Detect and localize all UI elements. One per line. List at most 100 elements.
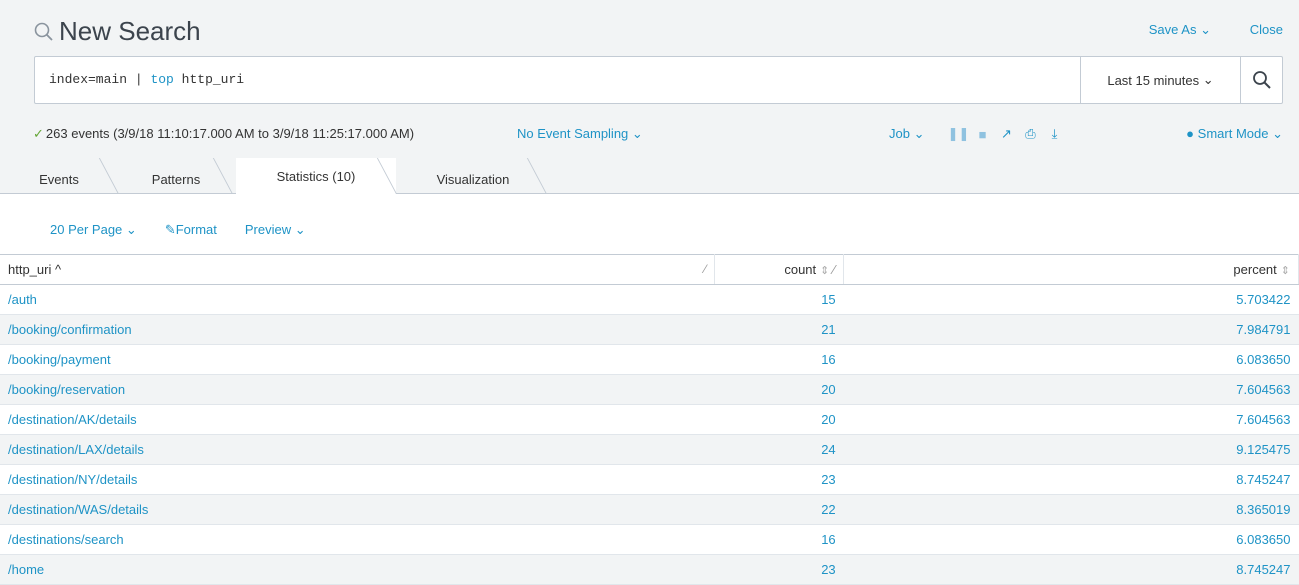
time-range-label: Last 15 minutes xyxy=(1107,72,1200,88)
cell-count[interactable]: 23 xyxy=(714,464,844,495)
search-button[interactable] xyxy=(1240,57,1282,103)
cell-http-uri[interactable]: /destination/AK/details xyxy=(0,404,715,435)
close-link[interactable]: Close xyxy=(1250,22,1283,37)
tab-visualization[interactable]: Visualization xyxy=(400,164,546,194)
tab-events-label: Events xyxy=(39,171,79,187)
table-row[interactable]: /auth 15 5.703422 xyxy=(0,284,1299,315)
page-title: New Search xyxy=(33,16,201,47)
search-header: New Search Save As ⌄ Close index=main | … xyxy=(0,0,1299,158)
search-icon xyxy=(34,22,53,41)
pencil-icon[interactable]: ⁄ xyxy=(704,262,706,276)
sort-icon: ⇕ xyxy=(1280,265,1290,277)
per-page-label: 20 Per Page xyxy=(50,222,123,237)
tab-statistics-label: Statistics (10) xyxy=(276,169,356,184)
cell-count[interactable]: 22 xyxy=(714,494,844,525)
query-field: http_uri xyxy=(181,72,245,87)
cell-count[interactable]: 24 xyxy=(714,434,844,465)
table-row[interactable]: /booking/reservation 20 7.604563 xyxy=(0,374,1299,405)
query-pipe: | xyxy=(134,72,143,87)
table-header-row: http_uri ^ ⁄ count ⇕ ⁄ percent ⇕ xyxy=(0,254,1299,285)
bulb-icon: ● xyxy=(1186,126,1195,141)
column-header-label: count xyxy=(784,262,817,277)
table-row[interactable]: /destination/WAS/details 22 8.365019 xyxy=(0,494,1299,525)
cell-http-uri[interactable]: /booking/confirmation xyxy=(0,314,715,345)
column-header-label: http_uri ^ xyxy=(8,262,62,277)
tab-patterns-label: Patterns xyxy=(151,171,201,187)
table-row[interactable]: /destination/LAX/details 24 9.125475 xyxy=(0,434,1299,465)
save-as-label: Save As xyxy=(1148,22,1197,37)
cell-http-uri[interactable]: /destination/LAX/details xyxy=(0,434,715,465)
share-icon[interactable]: ↗ xyxy=(995,126,1019,142)
column-header-label: percent xyxy=(1233,262,1277,277)
cell-count[interactable]: 20 xyxy=(714,374,844,405)
table-row[interactable]: /home 23 8.745247 xyxy=(0,554,1299,585)
cell-http-uri[interactable]: /booking/payment xyxy=(0,344,715,375)
format-menu[interactable]: ✎Format xyxy=(165,222,217,238)
cell-percent[interactable]: 5.703422 xyxy=(843,284,1299,315)
tab-visualization-label: Visualization xyxy=(436,171,510,187)
cell-count[interactable]: 20 xyxy=(714,404,844,435)
column-header-http-uri[interactable]: http_uri ^ ⁄ xyxy=(0,254,716,285)
statistics-table: http_uri ^ ⁄ count ⇕ ⁄ percent ⇕ /auth 15 5.7… xyxy=(0,254,1299,585)
search-status: ✓ 263 events (3/9/18 11:10:17.000 AM to 3… xyxy=(33,126,414,142)
chevron-down-icon: ⌄ xyxy=(1200,22,1211,37)
chevron-down-icon: ⌄ xyxy=(631,126,643,141)
table-row[interactable]: /destination/NY/details 23 8.745247 xyxy=(0,464,1299,495)
chevron-down-icon: ⌄ xyxy=(913,126,925,141)
tab-events[interactable]: Events xyxy=(0,164,118,194)
table-row[interactable]: /booking/payment 16 6.083650 xyxy=(0,344,1299,375)
export-icon[interactable]: ⤓ xyxy=(1043,126,1067,142)
cell-http-uri[interactable]: /home xyxy=(0,554,715,585)
search-mode-menu[interactable]: ● Smart Mode ⌄ xyxy=(1186,126,1283,142)
time-range-picker[interactable]: Last 15 minutes ⌄ xyxy=(1080,57,1240,103)
preview-menu[interactable]: Preview ⌄ xyxy=(245,222,306,238)
results-tabs: Events Patterns Statistics (10) Visualiz… xyxy=(0,158,1299,195)
cell-http-uri[interactable]: /destinations/search xyxy=(0,524,715,555)
job-menu[interactable]: Job ⌄ xyxy=(889,126,925,142)
cell-count[interactable]: 16 xyxy=(714,344,844,375)
table-row[interactable]: /booking/confirmation 21 7.984791 xyxy=(0,314,1299,345)
search-bar: index=main | top http_uri Last 15 minute… xyxy=(34,56,1283,104)
check-icon: ✓ xyxy=(33,126,44,141)
per-page-menu[interactable]: 20 Per Page ⌄ xyxy=(50,222,137,238)
column-header-percent[interactable]: percent ⇕ xyxy=(843,254,1299,285)
event-sampling-menu[interactable]: No Event Sampling ⌄ xyxy=(517,126,643,142)
tab-patterns[interactable]: Patterns xyxy=(120,164,232,194)
cell-http-uri[interactable]: /booking/reservation xyxy=(0,374,715,405)
cell-percent[interactable]: 6.083650 xyxy=(843,524,1299,555)
cell-count[interactable]: 16 xyxy=(714,524,844,555)
cell-percent[interactable]: 7.604563 xyxy=(843,374,1299,405)
stop-icon[interactable]: ■ xyxy=(971,127,995,142)
print-icon[interactable]: ⎙ xyxy=(1019,126,1043,142)
table-toolbar: 20 Per Page ⌄ ✎Format Preview ⌄ xyxy=(50,222,306,238)
chevron-down-icon: ⌄ xyxy=(1202,72,1214,87)
cell-http-uri[interactable]: /destination/NY/details xyxy=(0,464,715,495)
cell-percent[interactable]: 8.745247 xyxy=(843,464,1299,495)
cell-count[interactable]: 23 xyxy=(714,554,844,585)
cell-percent[interactable]: 6.083650 xyxy=(843,344,1299,375)
pause-icon[interactable]: ❚❚ xyxy=(947,126,971,142)
sampling-label: No Event Sampling xyxy=(517,126,629,141)
cell-count[interactable]: 21 xyxy=(714,314,844,345)
query-command: top xyxy=(150,72,174,87)
sort-icon: ⇕ xyxy=(820,265,830,277)
save-as-menu[interactable]: Save As ⌄ xyxy=(1149,22,1211,38)
search-input[interactable]: index=main | top http_uri xyxy=(49,72,244,87)
cell-http-uri[interactable]: /destination/WAS/details xyxy=(0,494,715,525)
table-body: /auth 15 5.703422/booking/confirmation 21 7.… xyxy=(0,284,1299,585)
column-header-count[interactable]: count ⇕ ⁄ xyxy=(714,254,845,285)
table-row[interactable]: /destinations/search 16 6.083650 xyxy=(0,524,1299,555)
search-icon xyxy=(1252,71,1271,89)
cell-percent[interactable]: 7.604563 xyxy=(843,404,1299,435)
cell-http-uri[interactable]: /auth xyxy=(0,284,715,315)
cell-percent[interactable]: 8.365019 xyxy=(843,494,1299,525)
tab-statistics[interactable]: Statistics (10) xyxy=(236,158,396,195)
table-row[interactable]: /destination/AK/details 20 7.604563 xyxy=(0,404,1299,435)
cell-percent[interactable]: 7.984791 xyxy=(843,314,1299,345)
cell-percent[interactable]: 9.125475 xyxy=(843,434,1299,465)
pencil-icon: ✎ xyxy=(164,222,176,237)
pencil-icon[interactable]: ⁄ xyxy=(833,262,835,277)
cell-count[interactable]: 15 xyxy=(714,284,844,315)
cell-percent[interactable]: 8.745247 xyxy=(843,554,1299,585)
job-label: Job xyxy=(889,126,910,141)
